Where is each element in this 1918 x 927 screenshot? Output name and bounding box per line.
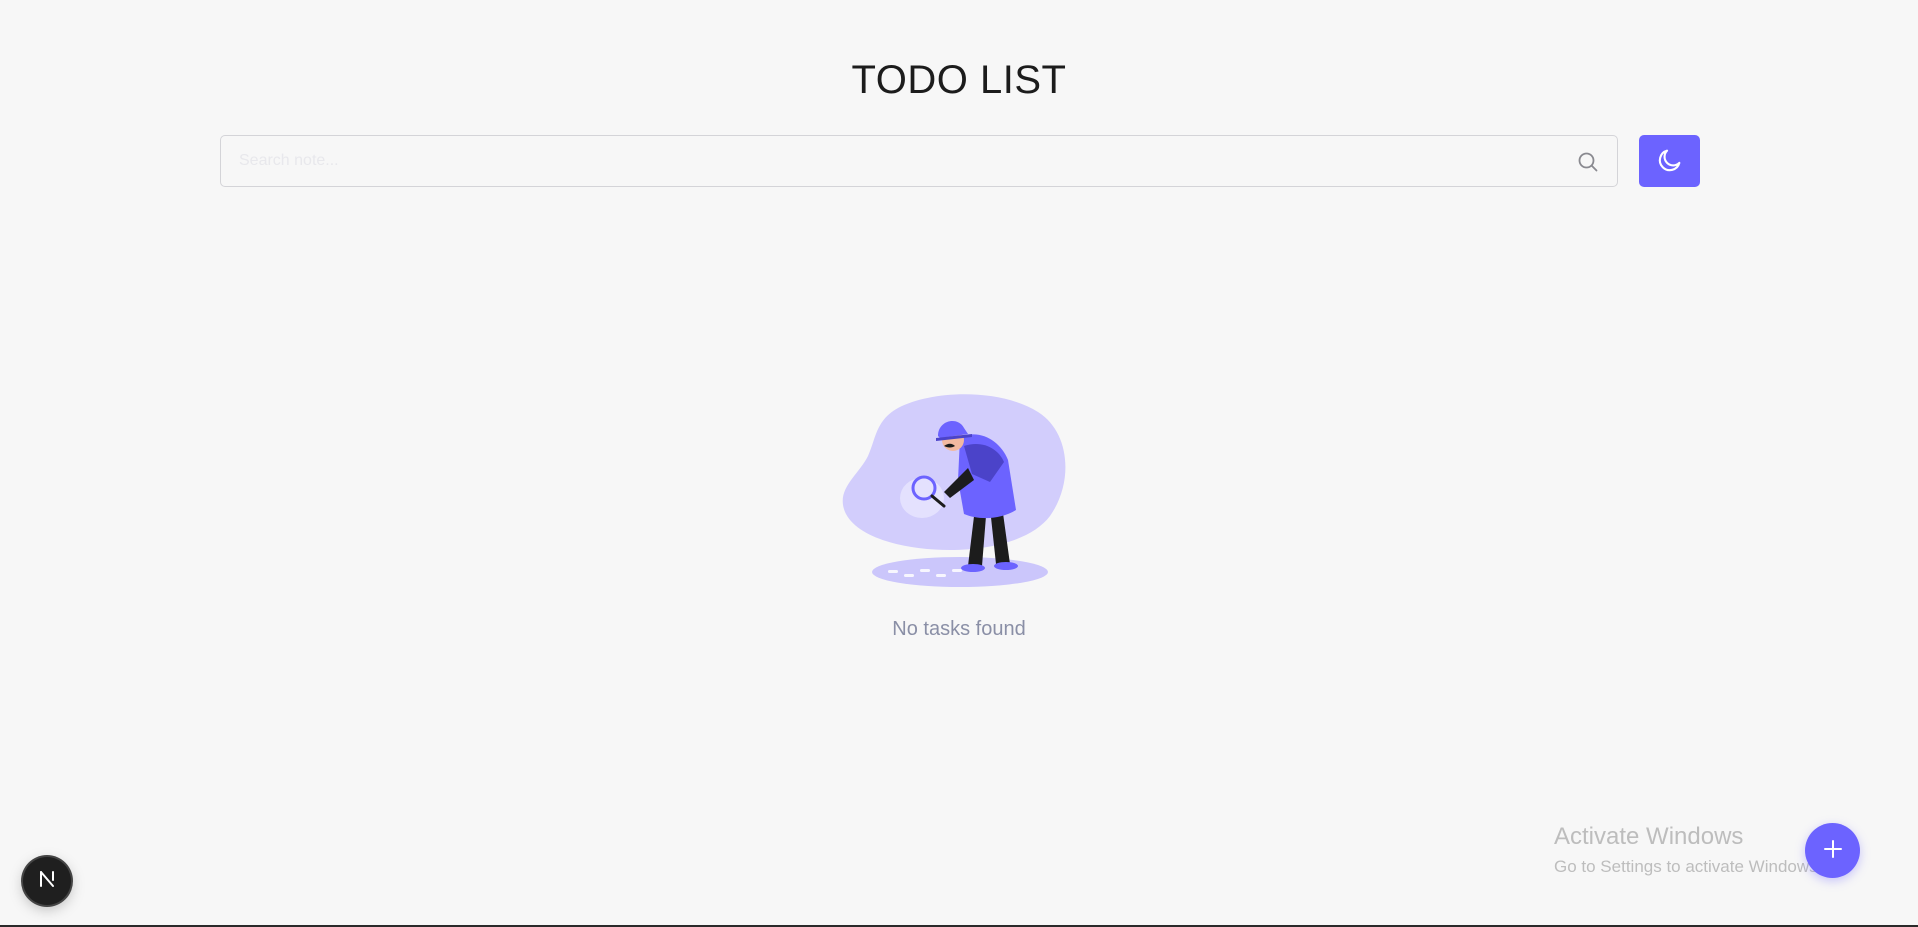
activate-windows-title: Activate Windows (1554, 823, 1744, 850)
detective-illustration (840, 390, 1080, 590)
search-icon[interactable] (1575, 149, 1601, 175)
moon-icon (1656, 146, 1684, 177)
add-task-button[interactable] (1805, 823, 1860, 878)
theme-toggle-button[interactable] (1639, 135, 1700, 187)
page-title: TODO LIST (851, 58, 1067, 102)
search-bar (220, 135, 1618, 187)
empty-state-message: No tasks found (892, 618, 1026, 640)
todo-app: TODO LIST Search note... No tasks found … (0, 0, 1918, 927)
plus-icon (1822, 838, 1844, 863)
nextjs-dev-badge[interactable] (23, 857, 71, 905)
nextjs-logo-icon (36, 868, 58, 895)
activate-windows-subtitle: Go to Settings to activate Windows. (1554, 857, 1823, 876)
search-input[interactable] (221, 136, 1561, 186)
